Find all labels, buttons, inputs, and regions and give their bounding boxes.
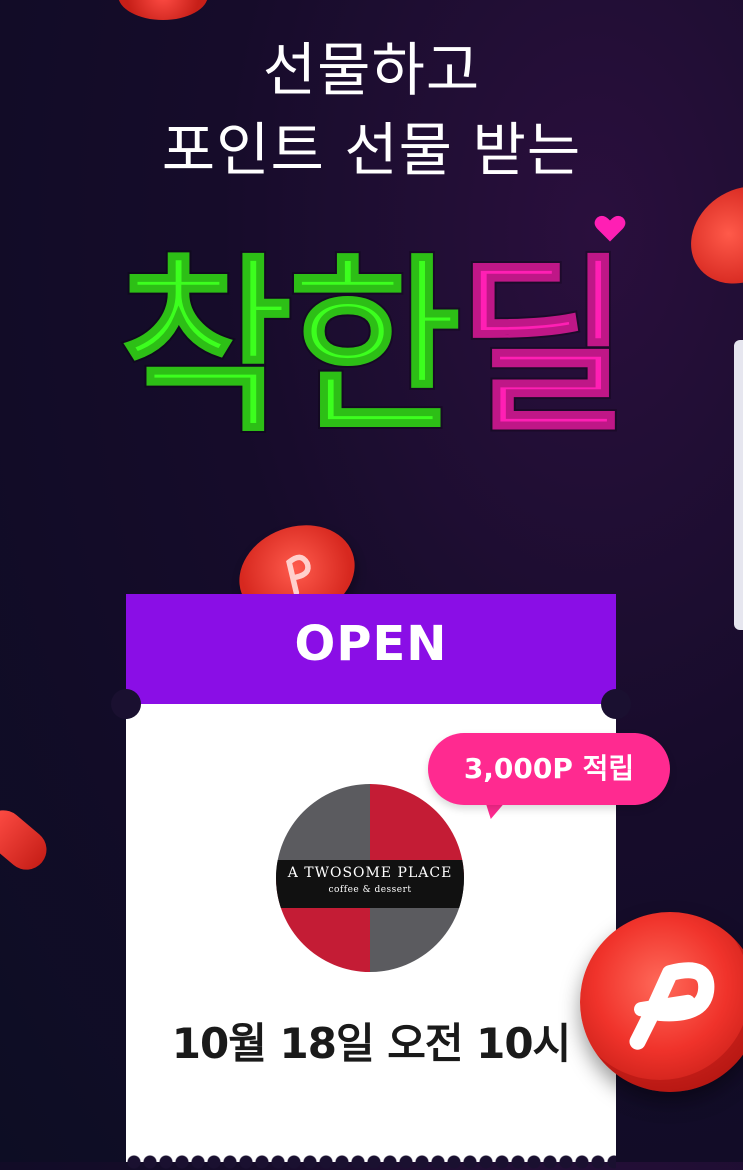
reward-badge: 3,000P 적립 [428, 733, 670, 805]
ticket-perforation [126, 1154, 616, 1170]
brand-logo: A TWOSOME PLACE coffee & dessert [276, 784, 464, 972]
reward-badge-text: 3,000P 적립 [463, 752, 635, 785]
heart-icon [594, 215, 626, 242]
headline: 선물하고 포인트 선물 받는 [0, 30, 743, 190]
point-coin-icon [580, 912, 743, 1092]
point-coin-icon [0, 802, 55, 878]
brand-name: A TWOSOME PLACE [287, 865, 453, 881]
ticket-notch [601, 689, 631, 719]
promo-banner: 선물하고 포인트 선물 받는 착한딜 OPEN A TWOSOME PLACE … [0, 0, 743, 1170]
event-logo: 착한딜 [0, 236, 743, 460]
point-coin-icon [118, 0, 208, 20]
logo-text-pink: 딜 [454, 236, 633, 460]
p-symbol-icon [629, 962, 715, 1050]
open-status-label: OPEN [294, 616, 448, 672]
ticket-header: OPEN [126, 594, 616, 704]
scroll-handle[interactable] [734, 340, 743, 630]
brand-tagline: coffee & dessert [328, 885, 412, 895]
logo-text-green: 착한 [116, 236, 464, 460]
headline-line-2: 포인트 선물 받는 [161, 116, 582, 184]
open-datetime: 10월 18일 오전 10시 [171, 1019, 571, 1068]
ticket-notch [111, 689, 141, 719]
headline-line-1: 선물하고 [262, 36, 481, 104]
